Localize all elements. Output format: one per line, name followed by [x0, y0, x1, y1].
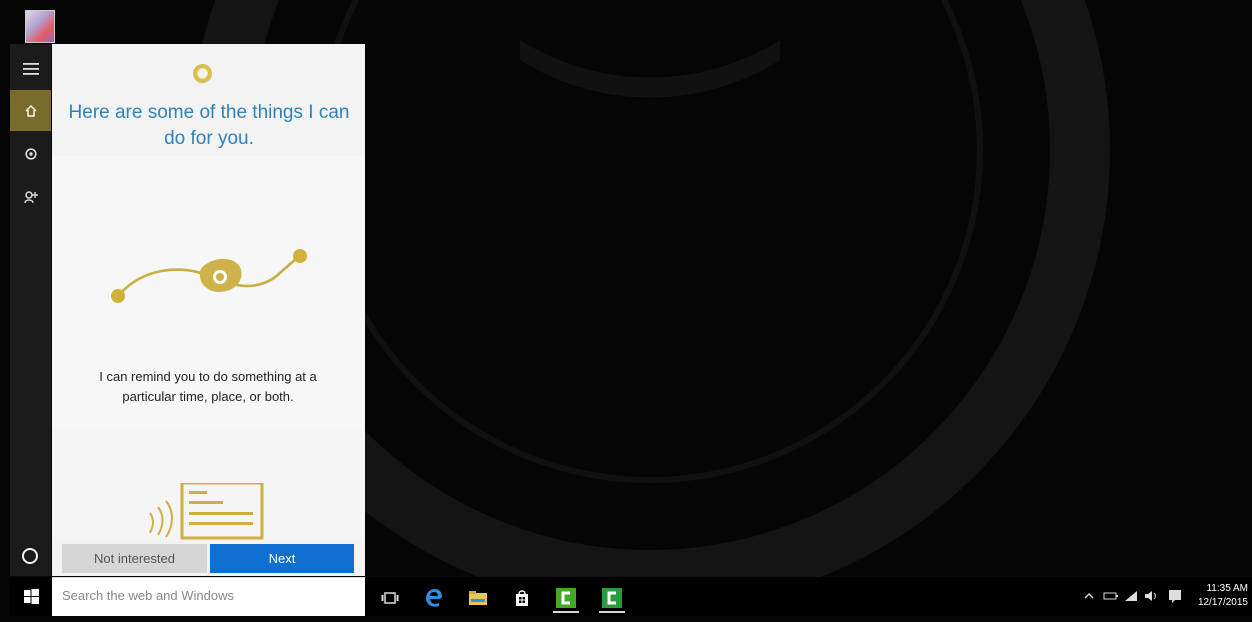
clock-time: 11:35 AM	[1206, 583, 1248, 594]
windows-logo-icon	[23, 589, 39, 604]
feedback-icon[interactable]	[10, 176, 51, 217]
file-explorer-icon[interactable]	[461, 581, 495, 614]
show-hidden-icons-chevron[interactable]	[1083, 586, 1095, 606]
cortana-title: Here are some of the things I can do for…	[68, 102, 350, 149]
edge-icon[interactable]	[417, 581, 451, 614]
reminder-path-icon	[111, 249, 307, 303]
app-shortcut-icon[interactable]	[25, 10, 55, 43]
battery-icon[interactable]	[1103, 586, 1119, 606]
settings-icon[interactable]	[10, 133, 51, 174]
home-icon[interactable]	[10, 90, 51, 131]
document-icon	[149, 483, 264, 540]
wifi-icon[interactable]	[1123, 586, 1139, 606]
clock-date: 12/17/2015	[1197, 597, 1248, 608]
action-center-icon[interactable]	[1167, 586, 1183, 606]
next-card[interactable]	[52, 428, 365, 540]
not-interested-button[interactable]: Not interested	[62, 544, 207, 573]
camtasia-icon[interactable]	[595, 581, 629, 614]
cortana-left-rail	[10, 44, 51, 576]
app-running-indicator	[553, 611, 579, 613]
search-placeholder: Search the web and Windows	[62, 588, 234, 603]
next-button[interactable]: Next	[210, 544, 354, 573]
store-icon[interactable]	[505, 581, 539, 614]
reminder-description: I can remind you to do something at a pa…	[99, 369, 317, 404]
cortana-ring-icon	[193, 64, 212, 83]
volume-icon[interactable]	[1144, 586, 1160, 606]
app-running-indicator	[599, 611, 625, 613]
cortana-circle-button[interactable]	[22, 548, 38, 564]
hamburger-menu-icon[interactable]	[10, 48, 51, 89]
camtasia-icon[interactable]	[549, 581, 583, 614]
task-view-icon[interactable]	[373, 581, 407, 614]
system-clock[interactable]: 11:35 AM 12/17/2015	[1190, 582, 1248, 610]
start-button[interactable]	[10, 577, 52, 616]
cortana-panel: Here are some of the things I can do for…	[52, 44, 365, 576]
cortana-header: Here are some of the things I can do for…	[52, 44, 365, 156]
search-box[interactable]: Search the web and Windows	[52, 577, 365, 616]
